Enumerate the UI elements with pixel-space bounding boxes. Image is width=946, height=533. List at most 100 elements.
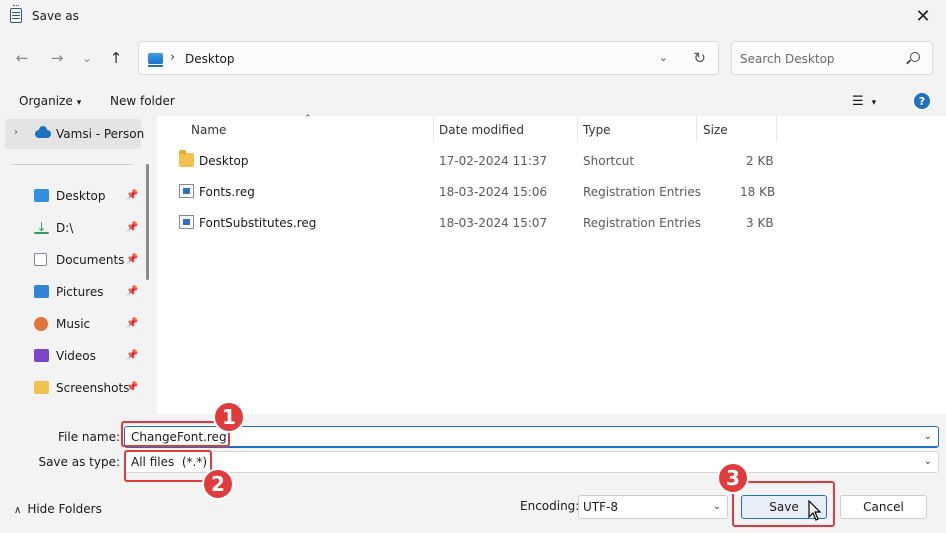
sidebar-item-d-drive[interactable]: ↓ D:\ 📌 (34, 217, 146, 241)
file-name: Fonts.reg (199, 185, 255, 199)
organize-label: Organize (19, 94, 73, 108)
file-name-label: File name: (58, 430, 120, 444)
sidebar-item-label: Screenshots (56, 381, 130, 395)
file-date: 18-03-2024 15:06 (439, 185, 548, 199)
pin-icon: 📌 (126, 318, 139, 329)
pin-icon: 📌 (126, 350, 139, 361)
file-list: Name ⌃ Date modified Type Size Desktop 1… (157, 114, 946, 414)
annotation-box-file-name (121, 421, 230, 447)
chevron-up-icon: ∧ (14, 505, 22, 516)
pin-icon: 📌 (126, 222, 139, 233)
sidebar-item-desktop[interactable]: Desktop 📌 (34, 185, 146, 209)
file-date: 18-03-2024 15:07 (439, 216, 548, 230)
address-dropdown-icon[interactable]: ⌄ (659, 51, 668, 64)
table-row[interactable]: Desktop 17-02-2024 11:37 Shortcut 2 KB (157, 147, 946, 175)
search-input[interactable]: Search Desktop (731, 41, 933, 75)
search-icon[interactable] (910, 52, 920, 62)
navigation-bar: ← → ⌄ ↑ › Desktop ⌄ ↻ Search Desktop (0, 38, 946, 78)
column-header-name[interactable]: Name (191, 116, 226, 142)
address-bar[interactable]: › Desktop ⌄ ↻ (138, 41, 719, 75)
table-row[interactable]: Fonts.reg 18-03-2024 15:06 Registration … (157, 178, 946, 206)
close-button[interactable]: ✕ (900, 0, 946, 32)
search-placeholder: Search Desktop (740, 52, 835, 66)
pin-icon: 📌 (126, 286, 139, 297)
annotation-box-save-type (124, 450, 212, 482)
folder-icon (34, 381, 49, 394)
pin-icon: 📌 (126, 190, 139, 201)
breadcrumb-separator-icon[interactable]: › (170, 50, 175, 65)
encoding-select[interactable]: UTF-8 ⌄ (578, 495, 728, 519)
file-type: Registration Entries (583, 185, 701, 199)
caret-down-icon: ▾ (871, 98, 877, 108)
file-name: FontSubstitutes.reg (199, 216, 317, 230)
pin-icon: 📌 (126, 254, 139, 265)
view-list-icon: ☰ (852, 94, 864, 109)
file-name: Desktop (199, 154, 249, 168)
sidebar-item-label: Music (56, 317, 91, 331)
chevron-down-icon[interactable]: ⌄ (924, 431, 932, 442)
folder-shortcut-icon (179, 150, 194, 167)
save-type-select[interactable]: All files (*.*) ⌄ (124, 451, 939, 473)
file-date: 17-02-2024 11:37 (439, 154, 548, 168)
download-icon: ↓ (34, 221, 49, 234)
hide-folders-button[interactable]: ∧ Hide Folders (14, 502, 102, 516)
file-size: 3 KB (746, 216, 774, 230)
back-button[interactable]: ← (11, 47, 33, 69)
column-separator[interactable] (776, 116, 777, 142)
encoding-label: Encoding: (520, 499, 580, 513)
annotation-badge-3: 3 (717, 462, 749, 494)
sidebar-item-label: Documents (56, 253, 125, 267)
onedrive-cloud-icon (35, 126, 51, 138)
sidebar-item-label: D:\ (56, 221, 74, 235)
sidebar-item-screenshots[interactable]: Screenshots 📌 (34, 377, 146, 401)
sidebar-item-pictures[interactable]: Pictures 📌 (34, 281, 146, 305)
command-bar: Organize ▾ New folder ☰ ▾ (0, 88, 946, 116)
file-name-field[interactable]: ChangeFont.reg ⌄ (124, 426, 939, 448)
music-icon (34, 317, 48, 331)
navigation-pane: › Vamsi - Persona Desktop 📌 ↓ D:\ 📌 Docu… (0, 116, 157, 414)
help-icon[interactable]: ? (914, 93, 930, 109)
new-folder-button[interactable]: New folder (110, 94, 175, 108)
caret-down-icon: ▾ (76, 98, 82, 108)
file-size: 18 KB (740, 185, 776, 199)
column-header-size[interactable]: Size (703, 116, 728, 142)
videos-icon (34, 349, 49, 362)
up-button[interactable]: ↑ (105, 47, 127, 69)
breadcrumb-desktop[interactable]: Desktop (185, 52, 235, 66)
sidebar-item-music[interactable]: Music 📌 (34, 313, 146, 337)
chevron-down-icon[interactable]: ⌄ (713, 501, 721, 512)
sidebar-item-label: Desktop (56, 189, 106, 203)
view-options-button[interactable]: ☰ ▾ (852, 94, 876, 109)
pin-icon: 📌 (126, 382, 139, 393)
column-separator[interactable] (433, 116, 434, 142)
organize-button[interactable]: Organize ▾ (19, 94, 81, 108)
refresh-icon[interactable]: ↻ (693, 49, 706, 67)
cancel-button[interactable]: Cancel (840, 495, 927, 519)
column-header-date[interactable]: Date modified (439, 116, 524, 142)
sidebar-item-onedrive[interactable]: › Vamsi - Persona (5, 119, 144, 149)
column-separator[interactable] (696, 116, 697, 142)
notepad-icon (10, 5, 22, 23)
annotation-badge-2: 2 (202, 468, 234, 500)
table-row[interactable]: FontSubstitutes.reg 18-03-2024 15:07 Reg… (157, 209, 946, 237)
pictures-icon (34, 285, 49, 298)
column-separator[interactable] (577, 116, 578, 142)
sidebar-divider (12, 164, 132, 165)
encoding-value: UTF-8 (583, 500, 618, 514)
title-bar: Save as ✕ (0, 0, 946, 32)
column-header-type[interactable]: Type (583, 116, 611, 142)
sidebar-item-documents[interactable]: Documents 📌 (34, 249, 146, 273)
sidebar-scrollbar[interactable] (146, 164, 149, 280)
forward-button[interactable]: → (46, 47, 68, 69)
recent-locations-button[interactable]: ⌄ (76, 47, 98, 69)
chevron-down-icon[interactable]: ⌄ (924, 456, 932, 467)
sidebar-item-label: Vamsi - Persona (56, 127, 144, 141)
desktop-location-icon (148, 53, 163, 67)
annotation-badge-1: 1 (213, 401, 245, 433)
desktop-icon (34, 189, 49, 202)
file-type: Shortcut (583, 154, 635, 168)
sidebar-item-label: Videos (56, 349, 96, 363)
mouse-cursor-icon (808, 500, 822, 521)
expand-chevron-icon[interactable]: › (14, 127, 18, 138)
sidebar-item-videos[interactable]: Videos 📌 (34, 345, 146, 369)
